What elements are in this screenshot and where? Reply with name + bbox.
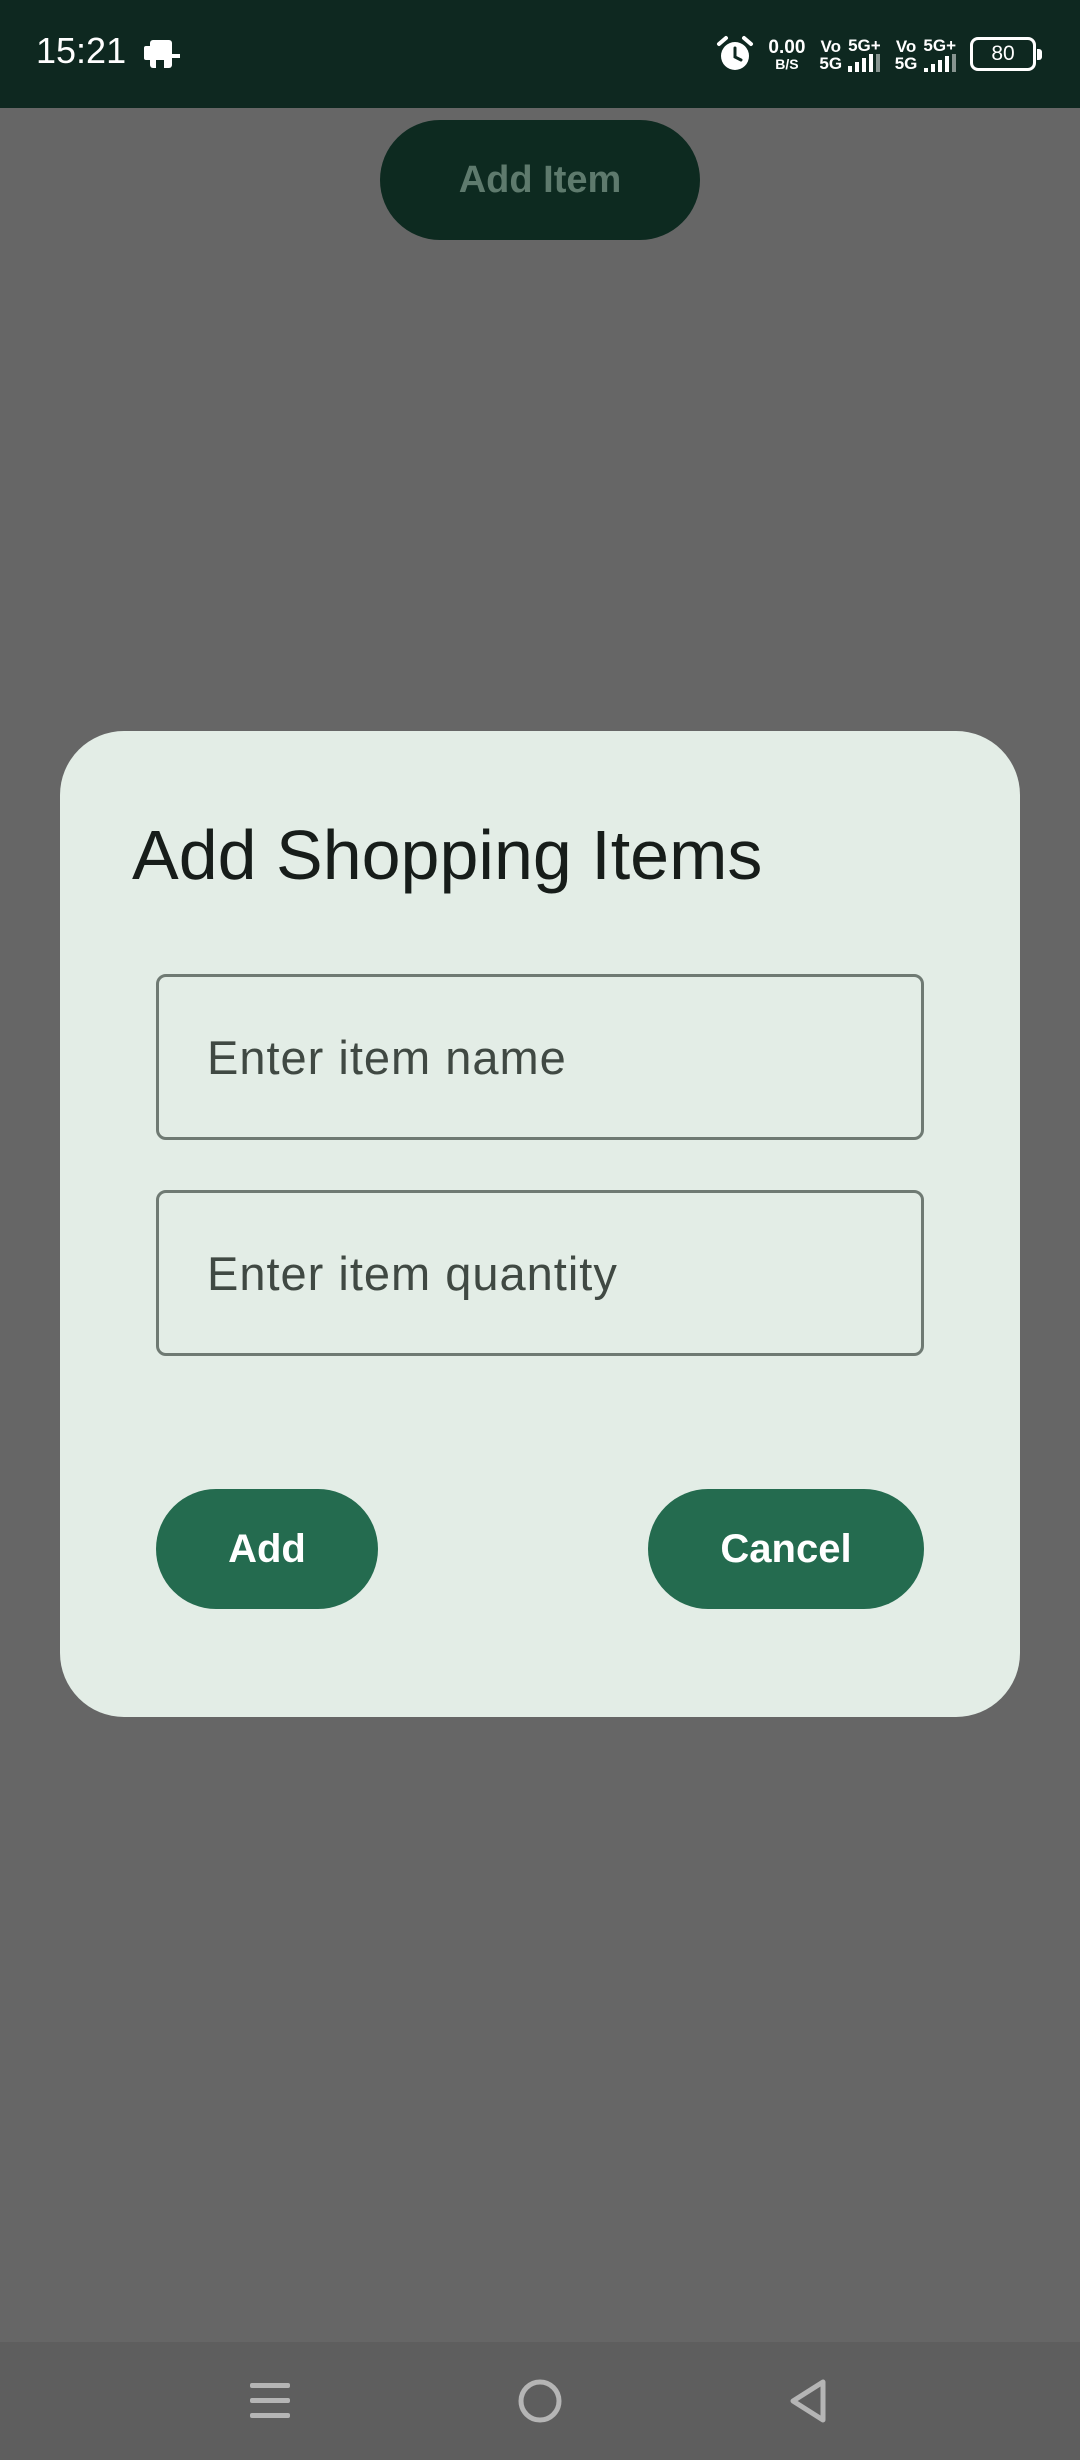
sim1-status: Vo 5G 5G+ <box>819 35 881 73</box>
network-speed-value: 0.00 <box>768 36 806 58</box>
sim1-5g: 5G <box>819 53 843 73</box>
status-icons: 0.00 B/S Vo 5G 5G+ Vo 5G 5G+ 80 <box>716 26 1042 82</box>
alarm-icon <box>716 35 754 73</box>
navigation-bar <box>0 2342 1080 2460</box>
menu-icon[interactable] <box>237 2368 303 2434</box>
dialog-title: Add Shopping Items <box>132 816 763 894</box>
add-item-label: Add Item <box>458 158 622 201</box>
sim2-network-type: 5G+ <box>923 35 956 55</box>
cancel-button[interactable]: Cancel <box>648 1489 924 1609</box>
item-quantity-field[interactable] <box>156 1190 924 1356</box>
sim1-volte: Vo <box>820 36 841 56</box>
sim1-network-type: 5G+ <box>848 35 881 55</box>
network-speed-unit: B/S <box>775 55 799 72</box>
item-name-input[interactable] <box>159 977 921 1137</box>
network-speed: 0.00 B/S <box>768 38 805 71</box>
item-name-field[interactable] <box>156 974 924 1140</box>
add-item-button[interactable]: Add Item <box>380 120 700 240</box>
home-icon[interactable] <box>507 2368 573 2434</box>
back-icon[interactable] <box>776 2368 842 2434</box>
app-notification-icon <box>144 34 180 74</box>
battery-icon: 80 <box>970 37 1042 71</box>
add-items-dialog: Add Shopping Items Add Cancel <box>60 731 1020 1717</box>
battery-level: 80 <box>991 42 1015 65</box>
sim2-volte: Vo <box>895 36 917 56</box>
item-quantity-input[interactable] <box>159 1193 921 1353</box>
status-bar: 15:21 0.00 B/S Vo 5G 5G+ Vo 5G 5G+ 80 <box>0 0 1080 108</box>
add-button[interactable]: Add <box>156 1489 378 1609</box>
signal-icon <box>848 53 881 72</box>
sim2-status: Vo 5G 5G+ <box>895 37 956 72</box>
status-time: 15:21 <box>36 30 127 71</box>
signal-icon <box>923 53 956 72</box>
sim2-5g: 5G <box>894 53 918 73</box>
